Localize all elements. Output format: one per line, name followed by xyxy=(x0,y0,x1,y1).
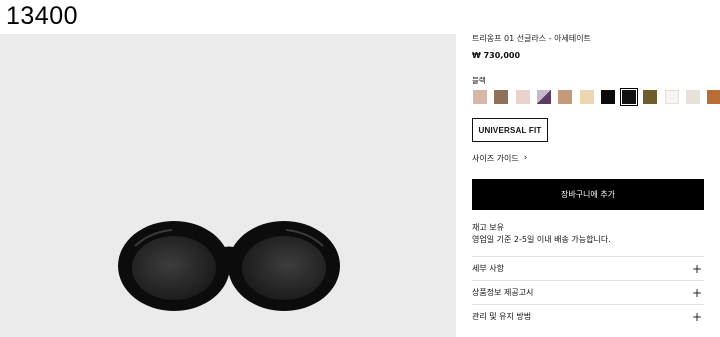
color-swatch-white[interactable] xyxy=(665,90,679,104)
product-image xyxy=(0,34,456,337)
color-swatch-caramel[interactable] xyxy=(707,90,720,104)
accordion-care[interactable]: 관리 및 유지 방법 + xyxy=(472,304,704,328)
accordion-care-label: 관리 및 유지 방법 xyxy=(472,312,532,321)
sunglasses-illustration xyxy=(118,221,340,311)
universal-fit-button[interactable]: UNIVERSAL FIT xyxy=(472,118,548,142)
accordion-product-notice[interactable]: 상품정보 제공고시 + xyxy=(472,280,704,304)
size-guide-link[interactable]: 사이즈 가이드 › xyxy=(472,153,527,164)
color-swatch-black[interactable] xyxy=(601,90,615,104)
left-lens xyxy=(132,236,216,300)
color-swatch-ivory[interactable] xyxy=(686,90,700,104)
plus-icon: + xyxy=(691,261,702,276)
color-swatch-purple-split[interactable] xyxy=(537,90,551,104)
color-swatch-light-pink[interactable] xyxy=(516,90,530,104)
product-code: 13400 xyxy=(6,2,79,30)
shipping-info: 영업일 기준 2-5일 이내 배송 가능합니다. xyxy=(472,235,611,244)
product-title: 트리옹프 01 선글라스 - 아세테이트 xyxy=(472,34,591,43)
stock-status: 재고 보유 xyxy=(472,223,504,232)
color-swatches xyxy=(472,88,720,106)
color-swatch-beige[interactable] xyxy=(580,90,594,104)
size-guide-label: 사이즈 가이드 xyxy=(472,154,519,163)
color-swatch-olive[interactable] xyxy=(643,90,657,104)
accordion-details-label: 세부 사항 xyxy=(472,264,504,273)
accordion-details[interactable]: 세부 사항 + xyxy=(472,256,704,280)
product-price: ₩ 730,000 xyxy=(472,51,521,60)
plus-icon: + xyxy=(691,285,702,300)
add-to-cart-button[interactable]: 장바구니에 추가 xyxy=(472,179,704,210)
color-swatch-brown[interactable] xyxy=(494,90,508,104)
right-lens xyxy=(242,236,326,300)
color-swatch-black-selected[interactable] xyxy=(620,88,638,106)
plus-icon: + xyxy=(691,309,702,324)
accordion-product-notice-label: 상품정보 제공고시 xyxy=(472,288,534,297)
color-swatch-nude-pink[interactable] xyxy=(473,90,487,104)
color-name-label: 블랙 xyxy=(472,76,486,85)
color-swatch-tan[interactable] xyxy=(558,90,572,104)
chevron-right-icon: › xyxy=(523,153,528,163)
